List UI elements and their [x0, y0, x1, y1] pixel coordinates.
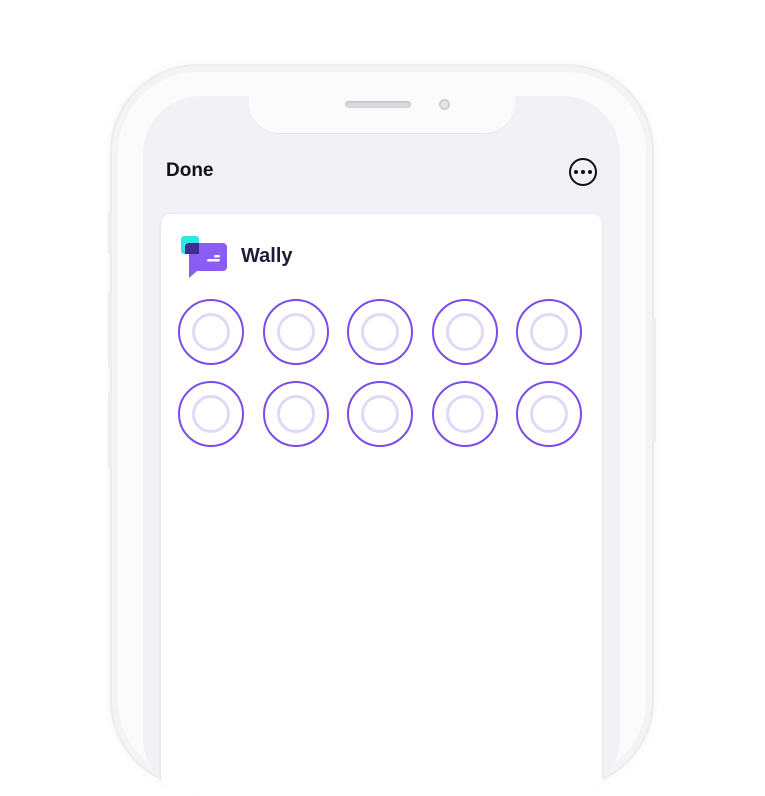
volume-down-button [108, 392, 112, 468]
loading-placeholder [262, 381, 329, 447]
more-dot [574, 170, 578, 174]
power-button [652, 318, 656, 442]
wally-logo-icon [181, 236, 227, 278]
loading-placeholder [178, 299, 244, 365]
mute-switch [108, 212, 112, 254]
loading-placeholder [516, 381, 582, 447]
loading-placeholder-inner [192, 395, 230, 433]
loading-placeholder [178, 381, 244, 447]
loading-placeholder-inner [445, 395, 484, 433]
loading-placeholder [347, 299, 413, 365]
volume-up-button [108, 292, 112, 368]
loading-placeholder-inner [530, 313, 568, 351]
phone-screen: Done Wally [143, 96, 620, 796]
wally-card: Wally [161, 214, 602, 796]
loading-placeholder-inner [276, 313, 315, 351]
more-dot [588, 170, 592, 174]
front-camera [439, 99, 450, 110]
loading-placeholder [262, 299, 329, 365]
loading-placeholder-inner [192, 313, 230, 351]
more-options-icon[interactable] [569, 158, 597, 186]
speaker-grille [345, 101, 411, 108]
loading-placeholder [516, 299, 582, 365]
loader-grid [178, 299, 582, 447]
more-dot [581, 170, 585, 174]
loading-placeholder [431, 381, 498, 447]
done-button[interactable]: Done [166, 160, 214, 182]
loading-placeholder-inner [276, 395, 315, 433]
loading-placeholder-inner [530, 395, 568, 433]
loading-placeholder [347, 381, 413, 447]
app-name: Wally [241, 245, 293, 267]
loading-placeholder-inner [445, 313, 484, 351]
notch [249, 96, 515, 134]
loading-placeholder [431, 299, 498, 365]
loading-placeholder-inner [361, 313, 399, 351]
loading-placeholder-inner [361, 395, 399, 433]
